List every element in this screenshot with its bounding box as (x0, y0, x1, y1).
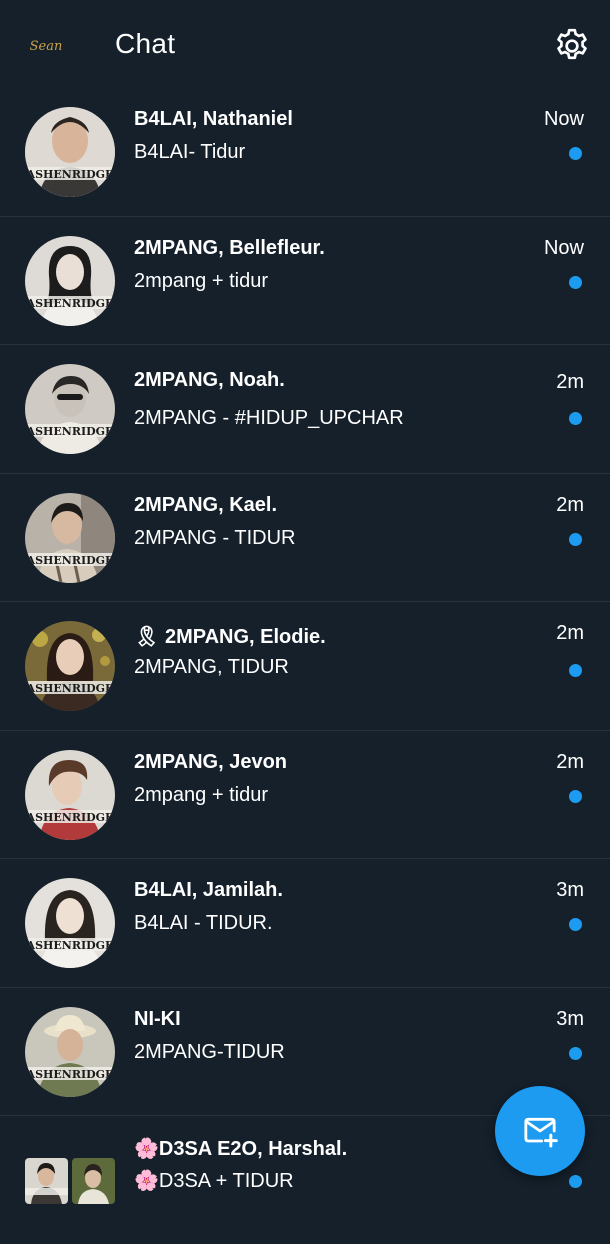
chat-name: 2MPANG, Noah. (134, 369, 285, 391)
logo-text: Sean (29, 38, 63, 54)
svg-text:ASHENRIDGE: ASHENRIDGE (26, 168, 114, 181)
avatar (25, 1158, 68, 1204)
chat-time: 2m (556, 371, 584, 393)
svg-text:ASHENRIDGE: ASHENRIDGE (26, 425, 114, 438)
new-message-button[interactable] (495, 1086, 585, 1176)
chat-name: 2MPANG, Jevon (134, 750, 287, 773)
chat-time: Now (543, 236, 584, 259)
avatar: ASHENRIDGE (25, 107, 115, 197)
avatar: ASHENRIDGE (25, 878, 115, 968)
new-message-icon (524, 1117, 558, 1148)
avatar: ASHENRIDGE (25, 1006, 115, 1097)
chat-time: 2m (556, 622, 584, 644)
group-avatar (25, 1158, 117, 1204)
chat-time: 3m (556, 879, 584, 901)
unread-indicator (569, 412, 582, 425)
page-title: Chat (115, 28, 176, 59)
chat-row[interactable]: ASHENRIDGE B4LAI, Nathaniel B4LAI- Tidur… (0, 88, 610, 217)
unread-indicator (569, 532, 582, 546)
unread-indicator (569, 664, 582, 677)
unread-indicator (569, 147, 582, 160)
svg-text:ASHENRIDGE: ASHENRIDGE (26, 1068, 114, 1081)
svg-text:ASHENRIDGE: ASHENRIDGE (26, 939, 114, 952)
chat-name: 2MPANG, Kael. (134, 493, 277, 516)
chat-row[interactable]: ASHENRIDGE 2MPANG, Jevon 2mpang + tidur … (0, 731, 610, 859)
avatar: ASHENRIDGE (25, 492, 115, 583)
chat-name: B4LAI, Jamilah. (134, 879, 283, 901)
chat-row[interactable]: ASHENRIDGE 🎗 2MPANG, Elodie. 2MPANG, TID… (0, 602, 610, 731)
chat-time: Now (543, 108, 584, 130)
svg-text:ASHENRIDGE: ASHENRIDGE (26, 554, 114, 567)
chat-name: B4LAI, Nathaniel (134, 108, 293, 130)
avatar: ASHENRIDGE (25, 235, 115, 326)
chat-preview: 2mpang + tidur (134, 269, 268, 292)
svg-text:ASHENRIDGE: ASHENRIDGE (26, 811, 114, 824)
chat-name: NI-KI (134, 1007, 181, 1030)
chat-time: 2m (556, 493, 584, 516)
chat-time: 2m (556, 750, 584, 773)
chat-time: 3m (556, 1007, 584, 1030)
app-logo[interactable]: Sean (24, 30, 68, 62)
unread-indicator (569, 1175, 582, 1188)
unread-indicator (569, 789, 582, 803)
chat-name: 2MPANG, Bellefleur. (134, 236, 325, 259)
chat-preview: B4LAI- Tidur (134, 141, 246, 163)
avatar: ASHENRIDGE (25, 621, 115, 711)
chat-preview: 2MPANG - TIDUR (134, 526, 296, 549)
app-header: Sean Chat (0, 0, 610, 92)
chat-row[interactable]: ASHENRIDGE B4LAI, Jamilah. B4LAI - TIDUR… (0, 859, 610, 988)
svg-text:ASHENRIDGE: ASHENRIDGE (26, 297, 114, 310)
unread-indicator (569, 275, 582, 289)
chat-preview: 2MPANG - #HIDUP_UPCHAR (134, 407, 404, 429)
unread-indicator (569, 918, 582, 931)
avatar: ASHENRIDGE (25, 749, 115, 840)
chat-name: 🌸D3SA E2O, Harshal. (134, 1138, 348, 1160)
avatar (72, 1158, 115, 1204)
chat-name: 🎗 2MPANG, Elodie. (134, 626, 326, 648)
chat-preview: 2MPANG-TIDUR (134, 1040, 285, 1063)
svg-text:ASHENRIDGE: ASHENRIDGE (26, 682, 114, 695)
chat-preview: 2mpang + tidur (134, 783, 268, 806)
chat-row[interactable]: ASHENRIDGE 2MPANG, Bellefleur. 2mpang + … (0, 217, 610, 345)
chat-preview: 🌸D3SA + TIDUR (134, 1170, 294, 1192)
chat-row[interactable]: ASHENRIDGE 2MPANG, Kael. 2MPANG - TIDUR … (0, 474, 610, 602)
gear-icon[interactable] (552, 26, 592, 66)
unread-indicator (569, 1046, 582, 1060)
chat-preview: 2MPANG, TIDUR (134, 656, 289, 678)
chat-list: ASHENRIDGE B4LAI, Nathaniel B4LAI- Tidur… (0, 88, 610, 1244)
chat-row[interactable]: ASHENRIDGE 2MPANG, Noah. 2MPANG - #HIDUP… (0, 345, 610, 474)
avatar: ASHENRIDGE (25, 364, 115, 454)
chat-preview: B4LAI - TIDUR. (134, 912, 273, 934)
